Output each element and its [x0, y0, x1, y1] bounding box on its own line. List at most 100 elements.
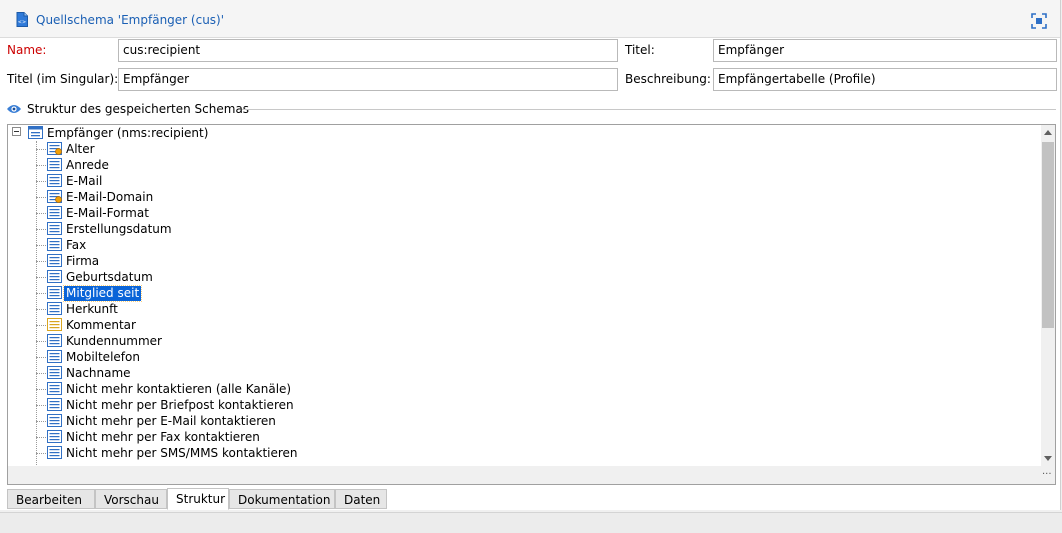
field-icon [47, 382, 62, 395]
scroll-corner[interactable]: ··· [1041, 466, 1055, 484]
field-icon [47, 238, 62, 251]
field-icon [47, 414, 62, 427]
tree-item-label: Nicht mehr per Briefpost kontaktieren [66, 398, 294, 412]
tree-item-label: Anrede [66, 158, 109, 172]
scroll-thumb[interactable] [1042, 142, 1054, 328]
tree-connector [36, 421, 46, 422]
titel-field[interactable]: Empfänger [713, 39, 1057, 62]
tree-item[interactable]: Anrede [36, 157, 636, 173]
tree-item-label: Erstellungsdatum [66, 222, 172, 236]
tree-item[interactable]: Geburtsdatum [36, 269, 636, 285]
tree-connector [36, 309, 46, 310]
name-field[interactable]: cus:recipient [118, 39, 618, 62]
tree-item[interactable]: Nicht mehr per Briefpost kontaktieren [36, 397, 636, 413]
tree-item[interactable]: Firma [36, 253, 636, 269]
tree-connector [36, 261, 46, 262]
name-label: Name: [7, 43, 47, 57]
field-icon [47, 206, 62, 219]
field-icon [47, 350, 62, 363]
tree-item[interactable]: Kundennummer [36, 333, 636, 349]
field-icon [47, 286, 62, 299]
computed-field-icon [47, 190, 62, 203]
field-icon [47, 174, 62, 187]
scroll-up-icon[interactable] [1044, 130, 1052, 135]
field-icon [47, 302, 62, 315]
titel-label: Titel: [625, 43, 655, 57]
tree-root-label: Empfänger (nms:recipient) [47, 126, 209, 140]
tree-item-label: Kundennummer [66, 334, 162, 348]
tree-item-label: Nicht mehr per Fax kontaktieren [66, 430, 260, 444]
tree-item-label: Mobiltelefon [66, 350, 140, 364]
tree-item[interactable]: E-Mail-Format [36, 205, 636, 221]
status-bar [0, 512, 1062, 533]
computed-field-icon [47, 142, 62, 155]
field-icon [47, 334, 62, 347]
tab-daten[interactable]: Daten [335, 489, 387, 509]
memo-field-icon [47, 318, 62, 331]
field-icon [47, 398, 62, 411]
tab-struktur[interactable]: Struktur [167, 488, 229, 510]
structure-section-header[interactable]: Struktur des gespeicherten Schemas [6, 101, 1056, 117]
field-icon [47, 222, 62, 235]
eye-icon[interactable] [6, 103, 22, 115]
tree-item[interactable]: Nicht mehr per E-Mail kontaktieren [36, 413, 636, 429]
field-icon [47, 430, 62, 443]
more-options-icon[interactable]: ··· [1042, 469, 1052, 480]
beschreibung-label: Beschreibung: [625, 72, 711, 86]
tree-connector [36, 437, 46, 438]
tab-bearbeiten[interactable]: Bearbeiten [7, 489, 95, 509]
panel-header: <> Quellschema 'Empfänger (cus)' [0, 0, 1060, 38]
tree-item-label: Kommentar [66, 318, 136, 332]
tree-connector [36, 389, 46, 390]
schema-document-icon: <> [16, 12, 28, 27]
tree-item[interactable]: Herkunft [36, 301, 636, 317]
tree-connector [36, 213, 46, 214]
tree-connector [36, 405, 46, 406]
tree-item[interactable]: Fax [36, 237, 636, 253]
tree-root-node[interactable]: Empfänger (nms:recipient) [8, 125, 408, 141]
tree-item-label: Nicht mehr per SMS/MMS kontaktieren [66, 446, 298, 460]
tree-item[interactable]: E-Mail [36, 173, 636, 189]
tree-item[interactable]: Erstellungsdatum [36, 221, 636, 237]
tree-item-label: Mitglied seit [62, 285, 143, 302]
tree-item[interactable]: Nicht mehr kontaktieren (alle Kanäle) [36, 381, 636, 397]
tree-item[interactable]: Nicht mehr per SMS/MMS kontaktieren [36, 445, 636, 461]
panel-title: Quellschema 'Empfänger (cus)' [36, 13, 225, 27]
svg-text:<>: <> [18, 20, 26, 26]
tree-item-label: Alter [66, 142, 95, 156]
tree-item-label: E-Mail-Domain [66, 190, 154, 204]
tree-item-label: Firma [66, 254, 100, 268]
tree-connector [36, 149, 46, 150]
tree-connector [36, 325, 46, 326]
tree-item[interactable]: Kommentar [36, 317, 636, 333]
tree-connector [36, 373, 46, 374]
tree-item[interactable]: Nachname [36, 365, 636, 381]
tree-item-label: Geburtsdatum [66, 270, 153, 284]
tree-item[interactable]: Mitglied seit [36, 285, 636, 302]
tree-connector [36, 245, 46, 246]
tree-item[interactable]: Alter [36, 141, 636, 157]
schema-structure-tree[interactable]: Empfänger (nms:recipient) Alter Anrede E-M… [7, 124, 1056, 485]
tree-connector [36, 277, 46, 278]
tree-item[interactable]: E-Mail-Domain [36, 189, 636, 205]
tree-connector [36, 293, 46, 294]
tree-item[interactable]: Nicht mehr per Fax kontaktieren [36, 429, 636, 445]
vertical-scrollbar[interactable] [1041, 125, 1055, 466]
tab-vorschau[interactable]: Vorschau [95, 489, 167, 509]
tree-connector [36, 453, 46, 454]
maximize-icon[interactable] [1031, 13, 1047, 29]
field-icon [47, 446, 62, 459]
tree-item[interactable]: Mobiltelefon [36, 349, 636, 365]
singular-title-field[interactable]: Empfänger [118, 68, 618, 91]
tree-item-label: Nachname [66, 366, 131, 380]
beschreibung-field[interactable]: Empfängertabelle (Profile) [713, 68, 1057, 91]
collapse-toggle-icon[interactable] [12, 127, 21, 136]
scroll-down-icon[interactable] [1044, 456, 1052, 461]
tree-item-label: Fax [66, 238, 87, 252]
tree-connector [36, 341, 46, 342]
tree-body: Empfänger (nms:recipient) Alter Anrede E-M… [8, 125, 1041, 466]
tab-dokumentation[interactable]: Dokumentation [229, 489, 335, 509]
tree-item-label: Nicht mehr per E-Mail kontaktieren [66, 414, 276, 428]
section-title: Struktur des gespeicherten Schemas [27, 102, 250, 116]
horizontal-scrollbar[interactable] [8, 466, 1041, 484]
